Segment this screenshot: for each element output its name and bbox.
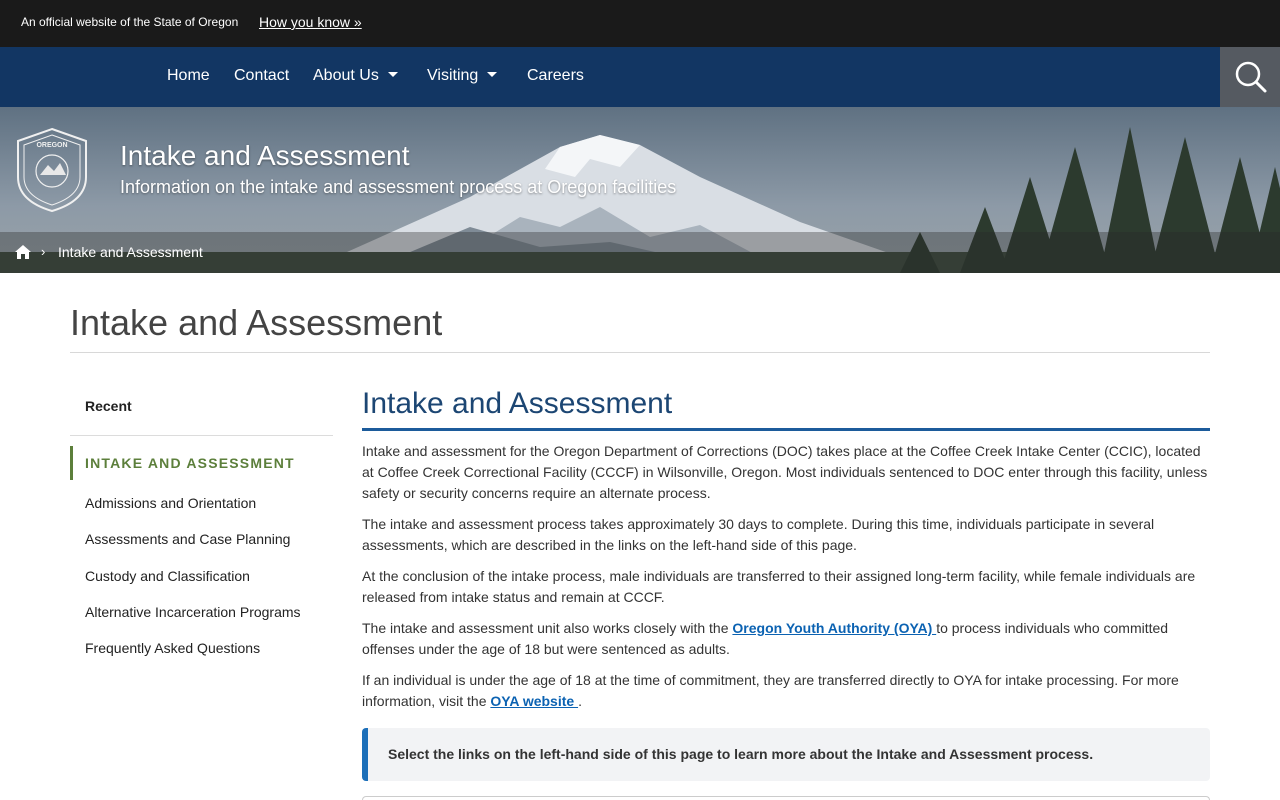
breadcrumb: › Intake and Assessment — [0, 232, 1280, 273]
paragraph-text: . — [578, 693, 582, 709]
nav-home-label: Home — [167, 67, 210, 84]
next-section-edge — [362, 796, 1210, 800]
paragraph-under-18: If an individual is under the age of 18 … — [362, 670, 1212, 712]
hero-subtitle: Information on the intake and assessment… — [120, 177, 677, 197]
official-text: An official website of the State of Oreg… — [21, 15, 239, 29]
callout-text: Select the links on the left-hand side o… — [388, 746, 1094, 762]
nav-about-us[interactable]: About Us — [313, 67, 398, 85]
sidebar-item-custody[interactable]: Custody and Classification — [85, 568, 250, 584]
page-title: Intake and Assessment — [70, 302, 443, 343]
nav-careers[interactable]: Careers — [527, 67, 584, 85]
paragraph-oya: The intake and assessment unit also work… — [362, 618, 1212, 660]
sidebar-item-alternative-incarceration[interactable]: Alternative Incarceration Programs — [85, 604, 301, 620]
how-you-know-link[interactable]: How you know » — [259, 14, 362, 30]
sidebar-item-admissions[interactable]: Admissions and Orientation — [85, 495, 256, 511]
hero-title: Intake and Assessment — [120, 140, 410, 171]
title-underline — [362, 428, 1210, 431]
paragraph-text: If an individual is under the age of 18 … — [362, 672, 1179, 709]
search-button[interactable] — [1220, 47, 1280, 107]
nav-contact[interactable]: Contact — [234, 67, 289, 85]
paragraph-duration: The intake and assessment process takes … — [362, 516, 1155, 553]
nav-contact-label: Contact — [234, 67, 290, 84]
nav-visiting[interactable]: Visiting — [427, 67, 498, 85]
paragraph-intro: Intake and assessment for the Oregon Dep… — [362, 443, 1208, 501]
sidebar-item-label: INTAKE AND ASSESSMENT — [85, 455, 295, 471]
sidebar-item-intake-and-assessment[interactable]: INTAKE AND ASSESSMENT — [70, 446, 333, 480]
nav-careers-label: Careers — [527, 67, 584, 84]
hero-banner: OREGON Intake and Assessment Information… — [0, 107, 1280, 273]
main-nav: Home Contact About Us Visiting Careers — [0, 47, 1280, 107]
divider — [70, 435, 333, 436]
oya-website-link[interactable]: OYA website — [490, 693, 578, 709]
svg-text:OREGON: OREGON — [36, 142, 67, 149]
sidebar-recent-heading[interactable]: Recent — [85, 398, 132, 414]
chevron-down-icon — [387, 72, 398, 78]
sidebar-item-faq[interactable]: Frequently Asked Questions — [85, 640, 260, 656]
oregon-doc-seal-logo: OREGON — [17, 127, 87, 213]
breadcrumb-separator: › — [41, 244, 46, 259]
nav-home[interactable]: Home — [167, 67, 210, 85]
paragraph-conclusion: At the conclusion of the intake process,… — [362, 568, 1196, 605]
chevron-down-icon — [487, 72, 498, 78]
nav-visiting-label: Visiting — [427, 67, 479, 84]
nav-about-us-label: About Us — [313, 67, 379, 84]
home-icon[interactable] — [14, 244, 32, 260]
official-banner: An official website of the State of Oreg… — [0, 0, 1280, 47]
paragraph-text: The intake and assessment unit also work… — [362, 620, 733, 636]
sidebar-item-assessments[interactable]: Assessments and Case Planning — [85, 531, 290, 547]
content-title: Intake and Assessment — [362, 387, 673, 420]
breadcrumb-current: Intake and Assessment — [58, 244, 203, 260]
search-icon — [1235, 61, 1267, 93]
info-callout: Select the links on the left-hand side o… — [362, 728, 1210, 781]
divider — [70, 352, 1210, 353]
oya-link[interactable]: Oregon Youth Authority (OYA) — [732, 620, 936, 636]
